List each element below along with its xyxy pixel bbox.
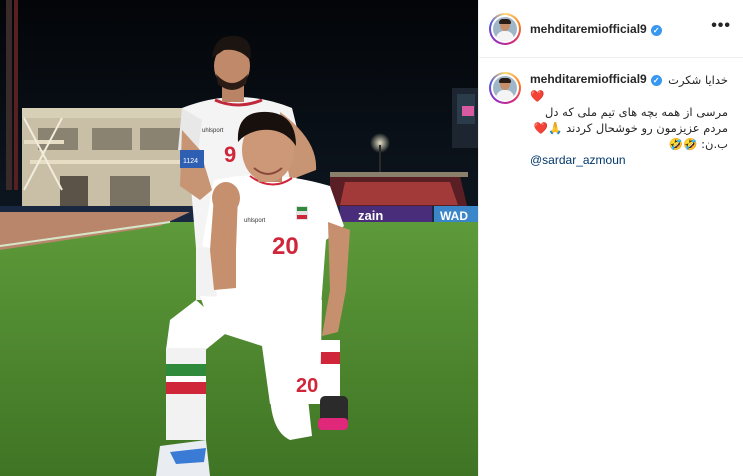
post-photo[interactable]: zain WAD 1124 9 uhlsport 20 20 uhlsport [0,0,478,476]
caption-line-4: مردم عزیزمون رو خوشحال کردند 🙏❤️ [533,121,728,135]
username-text: mehditaremiofficial9 [530,21,647,36]
caption-line-5: ب.ن: 🤣🤣 [668,137,728,151]
back-player-number: 9 [224,142,236,167]
svg-text:uhlsport: uhlsport [202,128,224,134]
ad-text-zain: zain [358,208,383,223]
verified-badge-icon: ✓ [650,24,662,36]
shorts-number: 20 [296,375,318,397]
ad-board-zain [340,206,432,224]
red-heart-emoji: ❤️ [530,89,545,103]
caption-line-1: خدایا شکرت [668,73,728,87]
caption-username-text: mehditaremiofficial9 [530,72,647,86]
post-side-panel: mehditaremiofficial9 ✓ ••• mehditaremioff… [478,0,743,476]
mention-link[interactable]: @sardar_azmoun [530,152,730,168]
avatar-image [493,16,517,41]
caption-body: mehditaremiofficial9 ✓ خدایا شکرت ❤️ مرسی… [530,72,730,168]
verified-badge-icon: ✓ [650,75,662,86]
ad-text-wad: WAD [440,209,468,223]
caption-username-link[interactable]: mehditaremiofficial9 ✓ [530,72,662,88]
photo-illustration: zain WAD 1124 9 uhlsport 20 20 uhlsport [0,0,478,476]
avatar[interactable] [489,12,521,45]
caption-heart: ❤️ [530,88,728,104]
post-header: mehditaremiofficial9 ✓ ••• [479,0,743,58]
username-link[interactable]: mehditaremiofficial9 ✓ [530,22,662,36]
floodlight-pole [6,0,12,190]
caption-comment: mehditaremiofficial9 ✓ خدایا شکرت ❤️ مرسی… [479,58,743,168]
front-player-number: 20 [272,233,299,260]
stadium-building [22,108,202,208]
svg-text:uhlsport: uhlsport [244,218,266,224]
pray-heart-emoji: 🙏❤️ [533,121,563,135]
svg-text:1124: 1124 [183,158,198,165]
avatar-image [493,76,517,100]
more-options-icon[interactable]: ••• [711,17,731,37]
caption-avatar[interactable] [489,72,521,104]
caption-line-3: مرسی از همه بچه های تیم ملی که دل [545,105,728,119]
